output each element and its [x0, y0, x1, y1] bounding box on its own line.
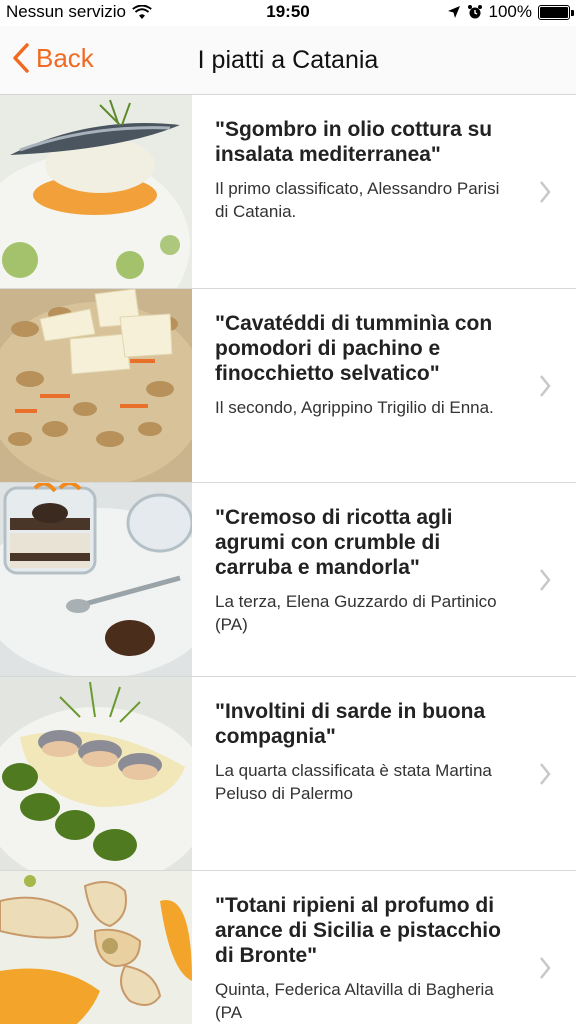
location-arrow-icon: [447, 6, 460, 18]
dish-subtitle: Il primo classificato, Alessandro Parisi…: [215, 179, 500, 221]
battery-icon: [538, 4, 574, 20]
dish-subtitle: Quinta, Federica Altavilla di Bagheria (…: [215, 980, 494, 1022]
dish-title: "Sgombro in olio cottura su insalata med…: [215, 118, 493, 166]
page-title: I piatti a Catania: [197, 46, 379, 74]
battery-label: 100%: [488, 2, 532, 21]
alarm-icon: [467, 5, 482, 19]
battery-fill: [540, 6, 568, 18]
dish-title: "Cremoso di ricotta agli agrumi con crum…: [215, 506, 453, 579]
dish-photo: [0, 483, 192, 676]
chevron-right-icon: [540, 762, 551, 785]
row-text: "Involtini di sarde in buona compagnia" …: [215, 699, 515, 805]
dish-photo: [0, 871, 192, 1024]
status-bar: Nessun servizio 19:50 100%: [0, 0, 576, 26]
list-item[interactable]: "Sgombro in olio cottura su insalata med…: [0, 95, 576, 289]
nav-bar: Back I piatti a Catania: [0, 26, 576, 95]
dish-photo: [0, 677, 192, 870]
dish-subtitle: La terza, Elena Guzzardo di Partinico (P…: [215, 592, 497, 634]
chevron-right-icon: [540, 956, 551, 979]
list-item[interactable]: "Involtini di sarde in buona compagnia" …: [0, 677, 576, 871]
screen: Nessun servizio 19:50 100% Back I piatti…: [0, 0, 576, 1024]
dish-photo: [0, 289, 192, 482]
chevron-right-icon: [540, 374, 551, 397]
row-text: "Totani ripieni al profumo di arance di …: [215, 893, 515, 1024]
dish-title: "Totani ripieni al profumo di arance di …: [215, 894, 501, 967]
dish-title: "Cavatéddi di tumminìa con pomodori di p…: [215, 312, 493, 385]
dish-title: "Involtini di sarde in buona compagnia": [215, 700, 486, 748]
status-right: 100%: [447, 2, 574, 22]
list-item[interactable]: "Totani ripieni al profumo di arance di …: [0, 871, 576, 1024]
list-item[interactable]: "Cremoso di ricotta agli agrumi con crum…: [0, 483, 576, 677]
chevron-right-icon: [540, 180, 551, 203]
dish-subtitle: La quarta classificata è stata Martina P…: [215, 761, 492, 803]
dish-subtitle: Il secondo, Agrippino Trigilio di Enna.: [215, 398, 494, 417]
row-text: "Cavatéddi di tumminìa con pomodori di p…: [215, 311, 515, 419]
list-item[interactable]: "Cavatéddi di tumminìa con pomodori di p…: [0, 289, 576, 483]
row-text: "Cremoso di ricotta agli agrumi con crum…: [215, 505, 515, 636]
row-text: "Sgombro in olio cottura su insalata med…: [215, 117, 515, 223]
chevron-right-icon: [540, 568, 551, 591]
dish-photo: [0, 95, 192, 288]
dish-list: "Sgombro in olio cottura su insalata med…: [0, 95, 576, 1024]
